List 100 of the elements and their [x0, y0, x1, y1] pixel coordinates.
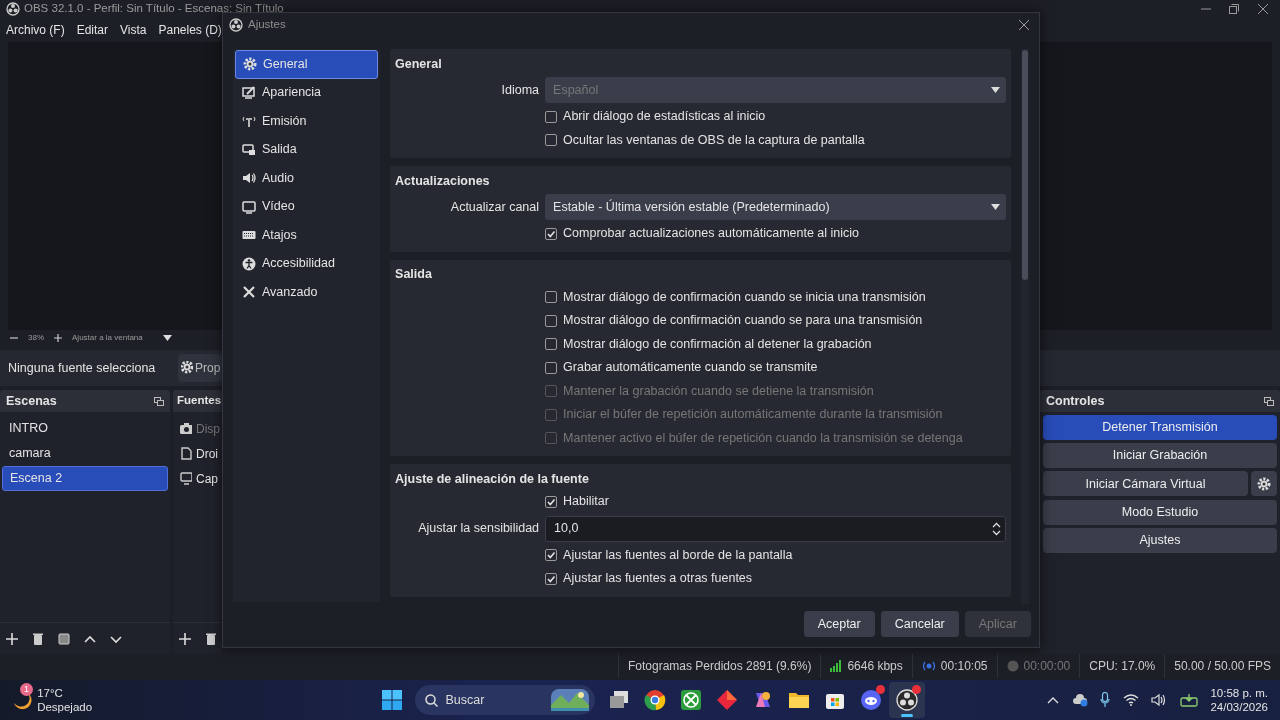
checkbox[interactable]: [545, 549, 558, 562]
chevron-up-icon[interactable]: [1047, 696, 1060, 704]
control-button[interactable]: Ajustes: [1043, 527, 1277, 553]
trash-icon[interactable]: [205, 632, 217, 645]
checkbox-label[interactable]: Mostrar diálogo de confirmación al detener la grabación: [563, 334, 872, 354]
checkbox[interactable]: [545, 110, 558, 123]
scene-item[interactable]: Escena 2: [2, 466, 168, 491]
checkbox-label[interactable]: Ocultar las ventanas de OBS de la captura de pantalla: [563, 130, 865, 150]
trash-icon[interactable]: [32, 632, 44, 645]
dialog-button[interactable]: Aceptar: [803, 611, 875, 637]
settings-nav-item[interactable]: Avanzado: [235, 278, 379, 307]
search-icon: [424, 693, 438, 707]
number-field[interactable]: 10,0: [545, 515, 1006, 542]
browser-icon[interactable]: [643, 689, 666, 711]
start-icon[interactable]: [382, 690, 402, 710]
menu-item[interactable]: Vista: [120, 21, 147, 39]
menu-item[interactable]: Archivo (F): [6, 21, 65, 39]
streaming-icon: [921, 660, 936, 672]
frame-rate: 50.00 / 50.00 FPS: [1174, 658, 1271, 675]
checkbox-label[interactable]: Ajustar las fuentes al borde de la pantalla: [563, 545, 793, 565]
zoom-in-icon[interactable]: [54, 334, 62, 342]
accessibility-icon: [242, 256, 256, 271]
diamond-icon[interactable]: [715, 689, 738, 711]
checkbox-label[interactable]: Comprobar actualizaciones automáticamente al inicio: [563, 224, 860, 244]
maximize-icon[interactable]: [1229, 4, 1240, 14]
settings-nav-item[interactable]: Vídeo: [235, 192, 379, 221]
dropdown-field[interactable]: Estable - Última versión estable (Predeterminado): [545, 194, 1006, 220]
cloud-icon[interactable]: [1071, 693, 1088, 707]
dialog-button[interactable]: Cancelar: [880, 611, 959, 637]
checkbox-label[interactable]: Mostrar diálogo de confirmación cuando se para una transmisión: [563, 311, 923, 331]
close-icon[interactable]: [1258, 4, 1268, 14]
checkbox[interactable]: [545, 314, 558, 327]
spin-arrows-icon: [992, 521, 1001, 536]
checkbox[interactable]: [545, 495, 558, 508]
properties-button[interactable]: Prop: [178, 354, 222, 382]
zoom-level: 38%: [28, 332, 44, 344]
undock-icon[interactable]: [154, 396, 164, 406]
selection-status: Ninguna fuente selecciona: [8, 360, 156, 375]
wifi-icon[interactable]: [1122, 694, 1139, 706]
undock-icon[interactable]: [1264, 396, 1274, 406]
gear-icon: [181, 361, 193, 375]
zoom-mode[interactable]: Ajustar a la ventana: [72, 332, 143, 344]
settings-nav-item[interactable]: Emisión: [235, 107, 379, 136]
temperature: 17°C: [37, 686, 64, 700]
volume-icon[interactable]: [1151, 693, 1168, 707]
checkbox-label[interactable]: Mostrar diálogo de confirmación cuando se inicia una transmisión: [563, 287, 926, 307]
field-label: Ajustar la sensibilidad: [418, 521, 540, 536]
control-button[interactable]: Iniciar Grabación: [1043, 443, 1277, 469]
add-icon[interactable]: [179, 632, 191, 645]
record-time: 00:00:00: [1023, 658, 1071, 675]
file-icon: [180, 447, 192, 460]
menu-item[interactable]: Editar: [76, 21, 109, 39]
checkbox-label[interactable]: Habilitar: [563, 492, 609, 512]
source-item[interactable]: Cap: [175, 466, 220, 491]
settings-nav-item[interactable]: Accesibilidad: [235, 249, 379, 278]
dropdown-icon[interactable]: [162, 335, 172, 341]
control-button[interactable]: Modo Estudio: [1043, 499, 1277, 525]
settings-button[interactable]: [1250, 471, 1277, 497]
checkbox[interactable]: [545, 291, 558, 304]
close-icon[interactable]: [1019, 19, 1029, 30]
panel-title: Controles: [1046, 392, 1105, 410]
checkbox[interactable]: [545, 338, 558, 351]
checkbox[interactable]: [545, 361, 558, 374]
section-title: Actualizaciones: [395, 172, 490, 190]
checkbox[interactable]: [545, 572, 558, 585]
settings-nav-item[interactable]: Apariencia: [235, 78, 379, 107]
checkbox-label[interactable]: Grabar automáticamente cuando se transmite: [563, 358, 818, 378]
microphone-icon[interactable]: [1100, 692, 1111, 708]
source-item[interactable]: Droi: [175, 441, 220, 466]
tools-icon: [242, 285, 256, 300]
search-field[interactable]: Buscar: [414, 685, 595, 715]
checkbox-label[interactable]: Abrir diálogo de estadísticas al inicio: [563, 107, 766, 127]
notification-dot: [875, 685, 885, 694]
settings-nav-item[interactable]: Salida: [235, 135, 379, 164]
game-icon[interactable]: [679, 689, 702, 711]
add-icon[interactable]: [6, 632, 18, 645]
app-logo-icon: [6, 2, 20, 16]
recorder-icon[interactable]: [895, 689, 918, 711]
gear-icon: [1256, 476, 1271, 491]
control-button[interactable]: Detener Transmisión: [1043, 415, 1277, 441]
scrollbar[interactable]: [1021, 49, 1029, 604]
settings-nav-item[interactable]: Audio: [235, 164, 379, 193]
download-tray-icon[interactable]: [1179, 693, 1198, 707]
menu-item[interactable]: Paneles (D): [158, 21, 222, 39]
clock-date[interactable]: 24/03/2026: [1210, 700, 1268, 714]
chat-icon[interactable]: [859, 689, 882, 711]
checkbox-label[interactable]: Ajustar las fuentes a otras fuentes: [563, 569, 753, 589]
stream-time: 00:10:05: [940, 658, 988, 675]
checkbox[interactable]: [545, 134, 558, 147]
settings-nav-item[interactable]: Atajos: [235, 221, 379, 250]
section-title: Salida: [395, 266, 432, 284]
settings-nav-item[interactable]: General: [235, 50, 379, 79]
windows-icon[interactable]: [607, 689, 630, 711]
clock-time[interactable]: 10:58 p. m.: [1210, 686, 1268, 700]
scene-item[interactable]: INTRO: [2, 416, 168, 441]
zoom-out-icon[interactable]: [10, 334, 18, 342]
panel-title: Fuentes: [177, 393, 222, 409]
checkbox[interactable]: [545, 227, 558, 240]
scene-item[interactable]: camara: [2, 441, 168, 466]
control-button[interactable]: Iniciar Cámara Virtual: [1043, 471, 1248, 497]
